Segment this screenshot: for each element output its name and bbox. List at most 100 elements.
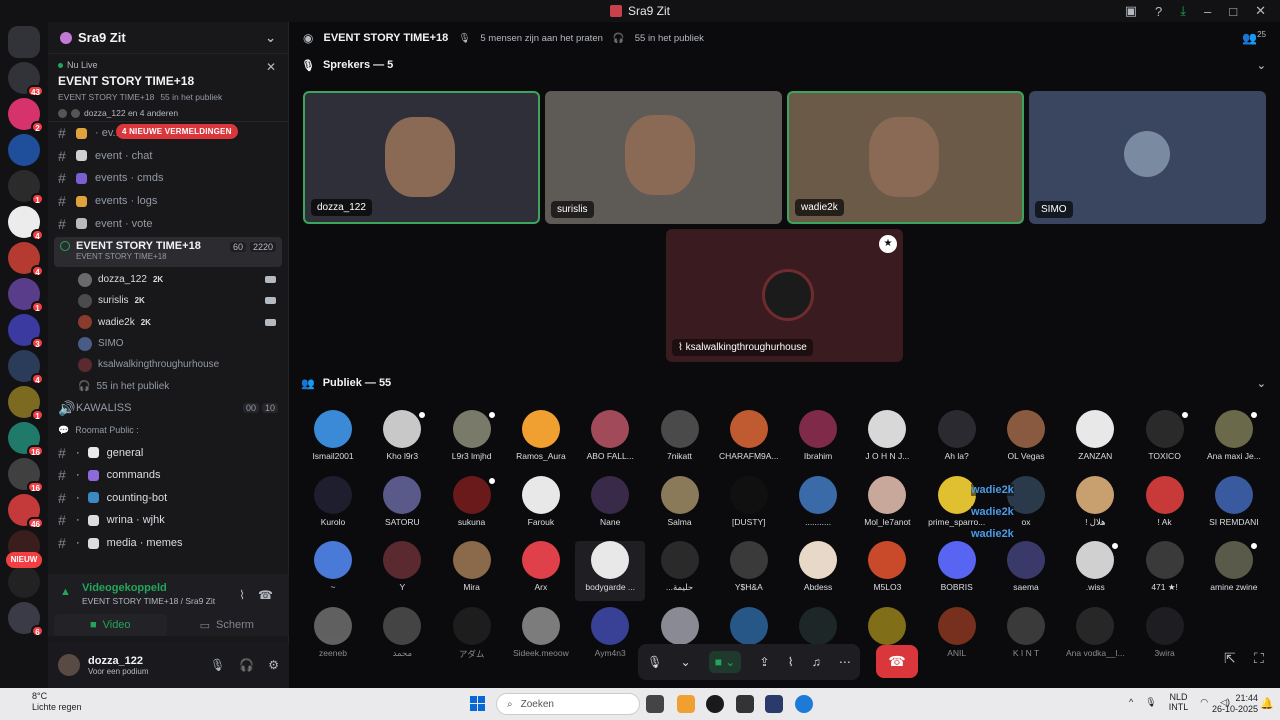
server-icon[interactable]: 43 xyxy=(8,62,44,97)
speaker-tile[interactable]: surislis xyxy=(545,91,782,224)
audience-member[interactable]: Ramos_Aura xyxy=(506,410,576,470)
channel-item[interactable]: # · media · memes xyxy=(48,532,288,555)
audience-member[interactable]: アダム xyxy=(437,606,507,667)
audience-member[interactable]: Nane xyxy=(575,475,645,536)
audience-member[interactable]: SI REMDANI xyxy=(1199,475,1269,536)
speakers-header[interactable]: 🎙 Sprekers — 5 ⌄ xyxy=(289,54,1280,76)
audience-member[interactable]: 3wira xyxy=(1130,606,1200,667)
server-icon[interactable] xyxy=(8,566,40,598)
popout-icon[interactable]: ⇱ xyxy=(1224,650,1236,667)
audience-member[interactable]: ........... xyxy=(783,475,853,536)
close-icon[interactable]: ✕ xyxy=(266,60,276,74)
windows-start-icon[interactable] xyxy=(470,696,486,712)
audience-member[interactable]: sukuna xyxy=(437,475,507,536)
audience-member[interactable]: .wiss xyxy=(1060,541,1130,601)
featured-speaker-tile[interactable]: ★ ⌇ ksalwalkingthroughurhouse xyxy=(666,229,903,362)
channel-item[interactable]: # · general xyxy=(48,441,288,464)
avatar[interactable] xyxy=(58,654,80,676)
audience-member[interactable]: Ana maxi Je... xyxy=(1199,410,1269,470)
signal-icon[interactable]: ▲ xyxy=(60,586,74,600)
channel-item[interactable]: # · ev... 4 NIEUWE VERMELDINGEN xyxy=(48,122,288,145)
audience-member[interactable]: L9r3 lmjhd xyxy=(437,410,507,470)
headphones-icon[interactable]: 🎧 xyxy=(239,658,254,672)
server-icon[interactable]: 16 xyxy=(8,422,44,457)
audience-member[interactable]: M5LO3 xyxy=(852,541,922,601)
screen-share-icon[interactable]: ⇪ xyxy=(759,655,769,669)
audience-member[interactable]: amine zwine xyxy=(1199,541,1269,601)
live-stage-card[interactable]: Nu Live EVENT STORY TIME+18 EVENT STORY … xyxy=(48,54,288,122)
taskbar-search[interactable]: ⌕ Zoeken xyxy=(496,693,640,715)
audience-header[interactable]: 👥 Publiek — 55 ⌄ xyxy=(289,372,1280,394)
audience-member[interactable]: Aym4n3 xyxy=(575,606,645,667)
audience-member[interactable]: K I N T xyxy=(991,606,1061,667)
new-badge[interactable]: NIEUW xyxy=(6,552,42,568)
video-button[interactable]: ■ Video xyxy=(54,614,167,636)
audience-member[interactable]: ~ xyxy=(298,541,368,601)
speaker-tile[interactable]: SIMO xyxy=(1029,91,1266,224)
clock[interactable]: 21:44 26-10-2025 xyxy=(1212,693,1258,715)
audience-member[interactable]: ZANZAN xyxy=(1060,410,1130,470)
audience-member[interactable]: ANIL xyxy=(922,606,992,667)
more-icon[interactable]: ⋯ xyxy=(839,655,851,669)
audience-member[interactable]: zeeneb xyxy=(298,606,368,667)
wifi-icon[interactable]: ◠ xyxy=(1200,697,1208,708)
voice-user[interactable]: ksalwalkingthroughurhouse xyxy=(48,354,288,375)
download-icon[interactable]: ⤓ xyxy=(1180,3,1186,19)
disconnect-icon[interactable]: ☎ xyxy=(258,588,273,602)
audience-member[interactable]: TOXICO xyxy=(1130,410,1200,470)
help-icon[interactable]: ? xyxy=(1155,4,1162,19)
audience-member[interactable]: Mol_le7anot xyxy=(852,475,922,536)
server-icon[interactable]: 3 xyxy=(8,314,44,349)
audience-member[interactable]: 471 ★! xyxy=(1130,541,1200,601)
server-icon[interactable] xyxy=(8,134,40,166)
server-icon[interactable]: 1 xyxy=(8,278,44,313)
audience-member[interactable]: ! Ak xyxy=(1130,475,1200,536)
language-indicator[interactable]: NLD INTL xyxy=(1169,692,1189,712)
gear-icon[interactable]: ⚙ xyxy=(268,658,279,672)
channel-item[interactable]: # · commands xyxy=(48,464,288,487)
channel-item[interactable]: # event · vote xyxy=(48,212,288,235)
audience-member[interactable]: Y$H&A xyxy=(714,541,784,601)
user-info[interactable]: dozza_122 Voor een podium xyxy=(88,655,149,676)
audience-member[interactable]: محمد xyxy=(367,606,437,667)
audience-member[interactable]: Salma xyxy=(645,475,715,536)
audience-member[interactable]: [DUSTY] xyxy=(714,475,784,536)
server-icon[interactable]: 2 xyxy=(8,98,44,133)
voice-user[interactable]: dozza_122 2K xyxy=(48,269,288,290)
server-icon[interactable]: 4 xyxy=(8,206,44,241)
audience-member[interactable]: saema xyxy=(991,541,1061,601)
voice-user[interactable]: SIMO xyxy=(48,333,288,354)
weather-widget[interactable]: 8°C Lichte regen xyxy=(10,691,82,713)
audience-member[interactable]: Kho l9r3 xyxy=(367,410,437,470)
audience-member[interactable]: OL Vegas xyxy=(991,410,1061,470)
chevron-up-icon[interactable]: ^ xyxy=(1129,697,1133,707)
audience-member[interactable]: Ah la? xyxy=(922,410,992,470)
minimize-button[interactable]: – xyxy=(1204,4,1211,19)
notification-icon[interactable]: 🔔 xyxy=(1260,697,1274,710)
chevron-down-icon[interactable]: ⌄ xyxy=(1257,377,1266,390)
audience-member[interactable]: BOBRIS xyxy=(922,541,992,601)
voice-user[interactable]: surislis 2K xyxy=(48,290,288,311)
fullscreen-icon[interactable]: ⛶ xyxy=(1254,650,1264,667)
github-icon[interactable] xyxy=(706,695,724,713)
server-header[interactable]: Sra9 Zit ⌄ xyxy=(48,22,288,54)
audience-member[interactable]: Farouk xyxy=(506,475,576,536)
end-call-button[interactable]: ☎ xyxy=(876,645,918,678)
chevron-down-icon[interactable]: ⌄ xyxy=(1257,59,1266,72)
audience-member[interactable]: J O H N J... xyxy=(852,410,922,470)
mic-icon[interactable]: 🎙 xyxy=(1145,697,1156,708)
people-icon[interactable]: 👥25 xyxy=(1242,30,1266,45)
activity-icon[interactable]: ⌇ xyxy=(788,655,794,669)
maximize-button[interactable]: □ xyxy=(1229,4,1237,19)
channel-item[interactable]: # events · cmds xyxy=(48,167,288,190)
server-icon[interactable]: 6 xyxy=(8,602,44,637)
server-icon[interactable]: 1 xyxy=(8,386,44,421)
mention-badge[interactable]: 4 NIEUWE VERMELDINGEN xyxy=(116,124,238,139)
app-icon[interactable] xyxy=(677,695,695,713)
voice-channel-kawaliss[interactable]: 🔊 KAWALISS 00 10 xyxy=(48,397,288,420)
screen-share-button[interactable]: ▭ Scherm xyxy=(171,614,284,636)
voice-user[interactable]: wadie2k 2K xyxy=(48,312,288,333)
camera-icon[interactable]: ■ ⌄ xyxy=(708,651,742,673)
audience-member[interactable]: Abdess xyxy=(783,541,853,601)
audience-member[interactable]: ...حليمة xyxy=(645,541,715,601)
